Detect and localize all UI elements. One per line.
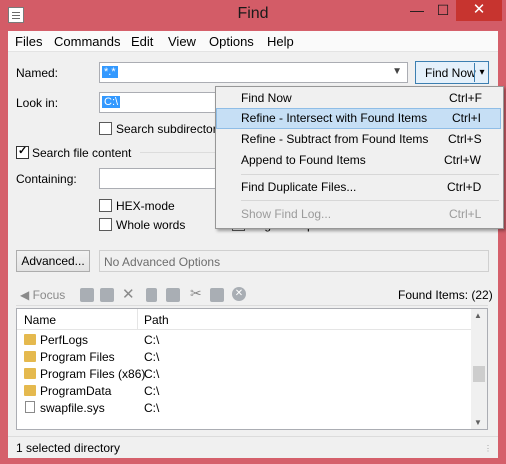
advanced-options-field: No Advanced Options [99, 250, 489, 272]
column-header-name[interactable]: Name [24, 313, 56, 327]
named-value: *.* [102, 66, 118, 78]
menu-item-shortcut: Ctrl+S [448, 132, 482, 146]
menu-commands[interactable]: Commands [54, 34, 120, 49]
scroll-down-icon[interactable]: ▼ [474, 418, 482, 427]
menu-separator [241, 174, 499, 175]
back-arrow-icon: ◀ [20, 288, 30, 302]
focus-button[interactable]: ◀ Focus [20, 288, 65, 302]
advanced-options-value: No Advanced Options [104, 255, 221, 269]
search-content-checkbox[interactable]: ✓ [16, 145, 29, 159]
look-in-label: Look in: [16, 96, 59, 110]
named-combobox[interactable]: *.* ▼ [99, 62, 408, 83]
menu-item-shortcut: Ctrl+D [447, 180, 482, 194]
checkmark-icon: ✓ [18, 145, 28, 157]
menu-separator [241, 200, 499, 201]
advanced-button[interactable]: Advanced... [16, 250, 90, 272]
find-now-label: Find Now [425, 66, 476, 80]
stop-icon[interactable]: ✕ [232, 287, 246, 301]
filter-icon[interactable] [80, 288, 94, 302]
hex-mode-checkbox[interactable] [99, 199, 112, 212]
menu-item-label: Find Duplicate Files... [241, 180, 357, 194]
column-divider[interactable] [137, 309, 138, 329]
menu-item-append[interactable]: Append to Found Items Ctrl+W [216, 150, 501, 171]
list-item-name[interactable]: Program Files [40, 350, 115, 364]
status-divider [8, 436, 498, 437]
look-in-value: C:\ [102, 96, 121, 108]
whole-words-label: Whole words [116, 218, 186, 232]
menu-item-label: Find Now [241, 91, 292, 105]
menu-files[interactable]: Files [15, 34, 42, 49]
menu-view[interactable]: View [168, 34, 196, 49]
menu-item-label: Append to Found Items [241, 153, 366, 167]
list-item-path: C:\ [144, 333, 160, 347]
menu-help[interactable]: Help [267, 34, 294, 49]
cut-icon[interactable]: ✂ [190, 285, 202, 302]
group-divider [140, 152, 215, 153]
whole-words-checkbox[interactable] [99, 218, 112, 231]
list-item-name[interactable]: ProgramData [40, 384, 111, 398]
folder-icon [24, 385, 36, 396]
named-label: Named: [16, 66, 59, 80]
maximize-button[interactable]: ☐ [430, 0, 456, 21]
menu-item-find-duplicates[interactable]: Find Duplicate Files... Ctrl+D [216, 177, 501, 198]
scrollbar-thumb[interactable] [473, 366, 485, 382]
find-now-dropdown-arrow[interactable]: ▾ [474, 63, 489, 82]
delete-icon[interactable]: ✕ [122, 285, 135, 303]
list-item-name[interactable]: swapfile.sys [40, 401, 105, 415]
menu-item-label: Refine - Intersect with Found Items [241, 111, 428, 125]
search-content-label: Search file content [32, 146, 132, 160]
menu-item-refine-intersect[interactable]: Refine - Intersect with Found Items Ctrl… [216, 108, 501, 129]
list-item-name[interactable]: Program Files (x86) [40, 367, 145, 381]
hex-mode-label: HEX-mode [116, 199, 175, 213]
folder-icon [24, 368, 36, 379]
list-item-path: C:\ [144, 350, 160, 364]
folder-icon [24, 334, 36, 345]
file-icon [25, 401, 35, 413]
find-now-button[interactable]: Find Now ▾ [415, 61, 489, 84]
containing-input[interactable] [99, 168, 217, 189]
status-text: 1 selected directory [16, 441, 121, 455]
resize-grip[interactable]: ⋮ [484, 444, 492, 453]
menu-item-shortcut: Ctrl+F [449, 91, 482, 105]
menu-item-shortcut: Ctrl+I [452, 111, 482, 125]
search-subdirectories-checkbox[interactable] [99, 122, 112, 135]
close-button[interactable]: ✕ [456, 0, 502, 21]
copy-list-icon[interactable] [166, 288, 180, 302]
column-header-path[interactable]: Path [144, 313, 169, 327]
menu-item-shortcut: Ctrl+W [444, 153, 481, 167]
list-item-name[interactable]: PerfLogs [40, 333, 88, 347]
minimize-button[interactable]: — [404, 0, 430, 21]
menu-item-find-now[interactable]: Find Now Ctrl+F [216, 88, 501, 109]
menu-item-refine-subtract[interactable]: Refine - Subtract from Found Items Ctrl+… [216, 129, 501, 150]
folder-icon [24, 351, 36, 362]
clear-icon[interactable] [146, 288, 157, 302]
menu-edit[interactable]: Edit [131, 34, 153, 49]
paste-icon[interactable] [210, 288, 224, 302]
list-header [17, 309, 471, 330]
look-in-combobox[interactable]: C:\ [99, 92, 217, 113]
edit-icon[interactable] [100, 288, 114, 302]
list-item-path: C:\ [144, 384, 160, 398]
menu-item-show-find-log: Show Find Log... Ctrl+L [216, 204, 501, 225]
found-items-count: Found Items: (22) [398, 288, 493, 302]
scroll-up-icon[interactable]: ▲ [474, 311, 482, 320]
menu-options[interactable]: Options [209, 34, 254, 49]
menu-item-shortcut: Ctrl+L [449, 207, 482, 221]
menu-item-label: Refine - Subtract from Found Items [241, 132, 429, 146]
focus-label: Focus [32, 288, 66, 302]
chevron-down-icon[interactable]: ▼ [392, 66, 402, 77]
menu-item-label: Show Find Log... [241, 207, 332, 221]
list-item-path: C:\ [144, 367, 160, 381]
list-item-path: C:\ [144, 401, 160, 415]
containing-label: Containing: [16, 172, 77, 186]
